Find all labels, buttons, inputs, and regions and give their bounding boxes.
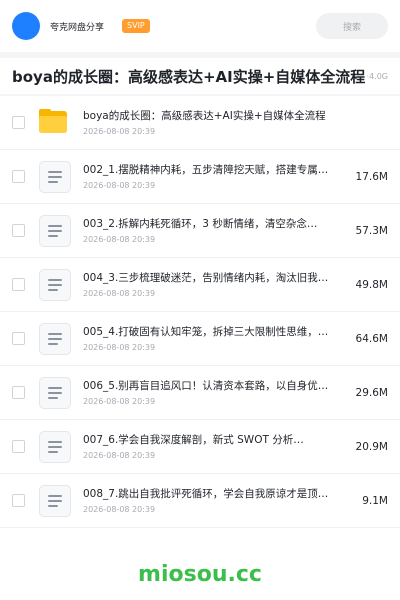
file-date: 2026-08-08 20:39 <box>83 342 156 352</box>
row-checkbox[interactable] <box>12 116 25 129</box>
file-name: boya的成长圈：高级感表达+AI实操+自媒体全流程 <box>83 109 326 122</box>
file-row[interactable]: 002_1.摆脱精神内耗，五步清障挖天赋，搭建专属… 2026-08-08 20… <box>0 150 400 204</box>
file-date: 2026-08-08 20:39 <box>83 288 156 298</box>
file-size: 57.3M <box>355 224 388 237</box>
file-row[interactable]: 004_3.三步梳理破迷茫，告别情绪内耗，淘汰旧我… 2026-08-08 20… <box>0 258 400 312</box>
top-bar: 夸克网盘分享 SVIP 搜索 <box>0 0 400 52</box>
document-icon <box>39 484 71 517</box>
file-date: 2026-08-08 20:39 <box>83 126 156 136</box>
file-name: 007_6.学会自我深度解剖，新式 SWOT 分析… <box>83 433 304 446</box>
share-title-bar: boya的成长圈：高级感表达+AI实操+自媒体全流程 ·4.0G <box>0 58 400 94</box>
row-checkbox[interactable] <box>12 332 25 345</box>
file-name: 002_1.摆脱精神内耗，五步清障挖天赋，搭建专属… <box>83 163 329 176</box>
file-row[interactable]: 005_4.打破固有认知牢笼，拆掉三大限制性思维，… 2026-08-08 20… <box>0 312 400 366</box>
file-name: 003_2.拆解内耗死循环，3 秒断情绪，清空杂念… <box>83 217 318 230</box>
share-size-meta: ·4.0G <box>366 71 388 81</box>
file-name: 004_3.三步梳理破迷茫，告别情绪内耗，淘汰旧我… <box>83 271 329 284</box>
document-icon <box>39 322 71 355</box>
row-checkbox[interactable] <box>12 278 25 291</box>
avatar[interactable] <box>12 12 40 40</box>
document-icon <box>39 214 71 247</box>
document-icon <box>39 268 71 301</box>
file-row[interactable]: 003_2.拆解内耗死循环，3 秒断情绪，清空杂念… 2026-08-08 20… <box>0 204 400 258</box>
file-row[interactable]: 008_7.跳出自我批评死循环，学会自我原谅才是顶… 2026-08-08 20… <box>0 474 400 528</box>
file-date: 2026-08-08 20:39 <box>83 450 156 460</box>
row-checkbox[interactable] <box>12 224 25 237</box>
row-checkbox[interactable] <box>12 494 25 507</box>
file-name: 005_4.打破固有认知牢笼，拆掉三大限制性思维，… <box>83 325 329 338</box>
search-placeholder: 搜索 <box>342 22 361 33</box>
file-size: 17.6M <box>355 170 388 183</box>
file-size: 9.1M <box>362 494 388 507</box>
document-icon <box>39 430 71 463</box>
file-date: 2026-08-08 20:39 <box>83 234 156 244</box>
file-row-folder[interactable]: boya的成长圈：高级感表达+AI实操+自媒体全流程 2026-08-08 20… <box>0 96 400 150</box>
row-checkbox[interactable] <box>12 386 25 399</box>
file-row[interactable]: 006_5.别再盲目追风口！认清资本套路，以自身优… 2026-08-08 20… <box>0 366 400 420</box>
file-size: 64.6M <box>355 332 388 345</box>
file-row[interactable]: 007_6.学会自我深度解剖，新式 SWOT 分析… 2026-08-08 20… <box>0 420 400 474</box>
row-checkbox[interactable] <box>12 440 25 453</box>
file-date: 2026-08-08 20:39 <box>83 504 156 514</box>
document-icon <box>39 160 71 193</box>
row-checkbox[interactable] <box>12 170 25 183</box>
document-icon <box>39 376 71 409</box>
file-size: 20.9M <box>355 440 388 453</box>
file-name: 008_7.跳出自我批评死循环，学会自我原谅才是顶… <box>83 487 329 500</box>
file-date: 2026-08-08 20:39 <box>83 180 156 190</box>
file-size: 49.8M <box>355 278 388 291</box>
folder-icon <box>39 107 71 139</box>
svip-badge: SVIP <box>122 19 150 33</box>
file-name: 006_5.别再盲目追风口！认清资本套路，以自身优… <box>83 379 329 392</box>
file-date: 2026-08-08 20:39 <box>83 396 156 406</box>
file-size: 29.6M <box>355 386 388 399</box>
page-title: boya的成长圈：高级感表达+AI实操+自媒体全流程 <box>12 67 365 86</box>
username[interactable]: 夸克网盘分享 <box>50 20 104 33</box>
file-list: boya的成长圈：高级感表达+AI实操+自媒体全流程 2026-08-08 20… <box>0 96 400 548</box>
search-input[interactable]: 搜索 <box>316 13 388 39</box>
watermark-text: miosou.cc <box>138 561 262 587</box>
footer: miosou.cc <box>0 548 400 600</box>
